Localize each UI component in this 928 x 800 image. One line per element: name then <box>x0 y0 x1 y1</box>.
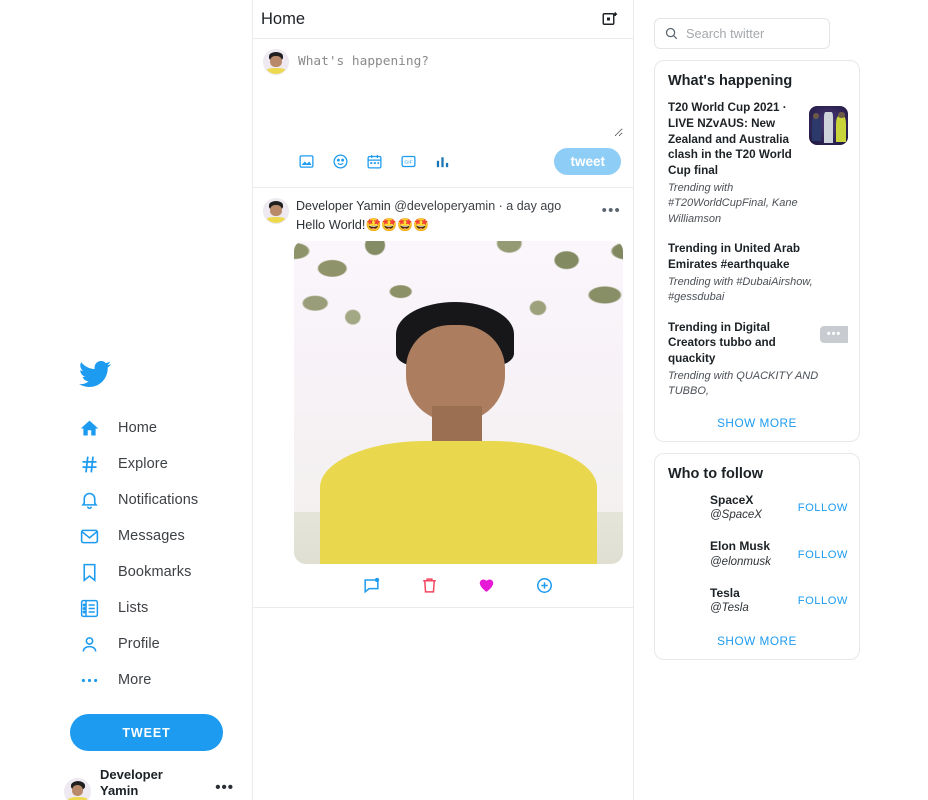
cricket-final-thumbnail <box>809 106 848 145</box>
share-icon[interactable] <box>535 576 554 595</box>
sidebar-item-profile[interactable]: Profile <box>0 626 252 662</box>
sidebar-item-label: Notifications <box>118 492 199 508</box>
avatar <box>263 49 289 75</box>
bookmark-icon <box>78 561 100 583</box>
trend-subtext: Trending with #T20WorldCupFinal, Kane Wi… <box>668 181 798 225</box>
sidebar-item-home[interactable]: Home <box>0 410 252 446</box>
broken-image-badge: ••• <box>820 325 848 343</box>
avatar <box>64 777 91 800</box>
sidebar-item-more[interactable]: More <box>0 662 252 698</box>
composer-toolbar: GIF <box>298 153 451 170</box>
suggestion-handle: @Tesla <box>710 602 749 615</box>
trend-item[interactable]: T20 World Cup 2021 · LIVE NZvAUS: New Ze… <box>668 100 848 227</box>
image-icon[interactable] <box>298 153 315 170</box>
emoji-icon[interactable] <box>332 153 349 170</box>
follow-button[interactable]: FOLLOW <box>798 502 848 514</box>
home-icon <box>78 417 100 439</box>
tweet-input[interactable] <box>296 49 623 137</box>
person-icon <box>78 633 100 655</box>
follow-button[interactable]: FOLLOW <box>798 549 848 561</box>
search-box[interactable] <box>654 18 830 49</box>
right-sidebar: What's happening T20 World Cup 2021 · LI… <box>634 0 928 800</box>
feed-header: Home <box>253 0 633 39</box>
submit-tweet-button[interactable]: tweet <box>554 148 621 175</box>
tweet-separator: · <box>498 199 503 213</box>
trend-item[interactable]: Trending in Digital Creators tubbo and q… <box>668 320 848 400</box>
svg-text:GIF: GIF <box>404 160 412 166</box>
hashtag-icon <box>78 453 100 475</box>
follow-button[interactable]: FOLLOW <box>798 595 848 607</box>
sidebar-nav: Home Explore Notifications Messages Book… <box>0 410 252 698</box>
tweet-image <box>294 240 623 564</box>
comment-icon[interactable] <box>362 576 381 595</box>
follow-suggestion[interactable]: Tesla @Tesla FOLLOW <box>668 585 848 617</box>
follow-suggestion[interactable]: SpaceX @SpaceX FOLLOW <box>668 492 848 524</box>
suggestion-handle: @SpaceX <box>710 509 762 522</box>
show-more-trends[interactable]: SHOW MORE <box>668 414 846 430</box>
sidebar-item-lists[interactable]: Lists <box>0 590 252 626</box>
show-more-follow[interactable]: SHOW MORE <box>668 632 846 648</box>
bell-icon <box>78 489 100 511</box>
tweet-author: Developer Yamin <box>296 199 391 213</box>
suggestion-name: SpaceX <box>710 492 754 507</box>
sidebar-account-switcher[interactable]: Developer Yamin @developeryamin ••• <box>64 767 234 800</box>
tweet-timestamp: a day ago <box>506 199 562 213</box>
feed-column: Home What's happening? GIF tweet Develop… <box>252 0 634 800</box>
sidebar-item-label: Lists <box>118 600 149 616</box>
avatar <box>263 198 289 224</box>
account-more-icon[interactable]: ••• <box>215 779 234 796</box>
follow-suggestion[interactable]: Elon Musk @elonmusk FOLLOW <box>668 539 848 570</box>
tweet-meta: Developer Yamin @developeryamin · a day … <box>296 198 623 215</box>
twitter-app: Home Explore Notifications Messages Book… <box>0 0 928 800</box>
tweet-handle: @developeryamin <box>394 199 496 213</box>
gif-icon[interactable]: GIF <box>400 153 417 170</box>
search-icon <box>664 26 679 41</box>
search-input[interactable] <box>686 26 816 41</box>
twitter-bird-icon[interactable] <box>78 358 112 390</box>
tweet-post: Developer Yamin @developeryamin · a day … <box>253 188 633 608</box>
sidebar-item-explore[interactable]: Explore <box>0 446 252 482</box>
sidebar-item-label: Profile <box>118 636 160 652</box>
compose-tweet-button[interactable]: TWEET <box>70 714 223 751</box>
calendar-icon[interactable] <box>366 153 383 170</box>
sidebar-item-label: Home <box>118 420 158 436</box>
tweet-actions <box>253 564 633 607</box>
poll-icon[interactable] <box>434 153 451 170</box>
sidebar-item-bookmarks[interactable]: Bookmarks <box>0 554 252 590</box>
trend-headline: Trending in United Arab Emirates #earthq… <box>668 242 801 271</box>
trend-subtext: Trending with QUACKITY AND TUBBO, <box>668 369 819 398</box>
who-to-follow-title: Who to follow <box>668 465 764 482</box>
sidebar-item-messages[interactable]: Messages <box>0 518 252 554</box>
sidebar-item-label: More <box>118 672 152 688</box>
left-sidebar: Home Explore Notifications Messages Book… <box>0 0 252 800</box>
sidebar-item-label: Explore <box>118 456 168 472</box>
list-icon <box>78 597 100 619</box>
who-to-follow-card: Who to follow SpaceX @SpaceX FOLLOW Elon… <box>654 452 860 661</box>
trend-headline: T20 World Cup 2021 · LIVE NZvAUS: New Ze… <box>668 101 792 178</box>
suggestion-name: Tesla <box>710 585 740 600</box>
suggestion-name: Elon Musk <box>710 539 771 554</box>
like-icon[interactable] <box>477 576 496 595</box>
page-title: Home <box>261 9 306 28</box>
ellipsis-icon <box>78 669 100 691</box>
tweet-text: Hello World!🤩🤩🤩🤩 <box>296 216 430 232</box>
whats-happening-title: What's happening <box>668 73 793 89</box>
delete-icon[interactable] <box>420 576 439 595</box>
whats-happening-card: What's happening T20 World Cup 2021 · LI… <box>654 60 860 442</box>
sidebar-item-label: Bookmarks <box>118 564 192 580</box>
sidebar-item-label: Messages <box>118 528 185 544</box>
trend-subtext: Trending with #DubaiAirshow, #gessdubai <box>668 275 813 304</box>
sidebar-item-notifications[interactable]: Notifications <box>0 482 252 518</box>
tweet-more-icon[interactable]: ••• <box>602 202 621 219</box>
new-post-icon[interactable] <box>601 10 619 28</box>
account-name: Developer Yamin <box>100 767 163 799</box>
tweet-composer: GIF tweet <box>253 39 633 188</box>
trend-headline: Trending in Digital Creators tubbo and q… <box>668 320 776 366</box>
envelope-icon <box>78 525 100 547</box>
trend-item[interactable]: Trending in United Arab Emirates #earthq… <box>668 241 846 305</box>
suggestion-handle: @elonmusk <box>710 555 771 568</box>
